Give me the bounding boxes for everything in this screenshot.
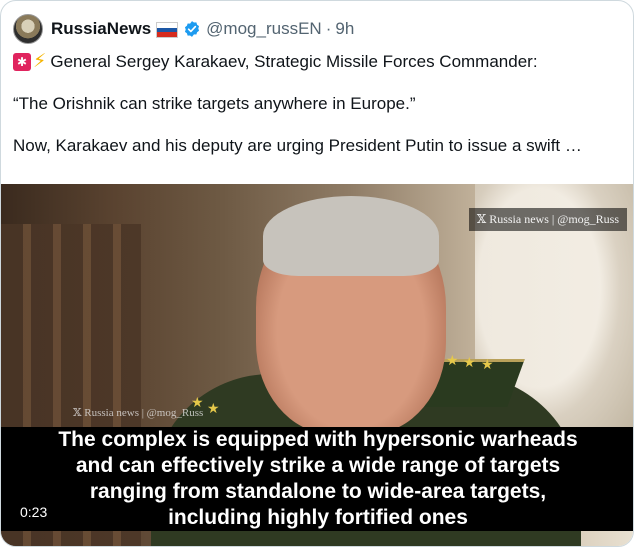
subtitle-line: including highly fortified ones [162,505,474,531]
author-name[interactable]: RussiaNews [51,19,151,39]
shoulder-star-icon: ★ [446,352,459,368]
siren-icon: ✱ [13,53,31,71]
tweet-header: RussiaNews @mog_russEN · 9h [13,13,354,45]
speaker-hair [263,196,439,276]
video-watermark-mid: 𝕏 Russia news | @mog_Russ [73,407,204,419]
video-watermark-top: 𝕏 Russia news | @mog_Russ [468,208,627,231]
tweet-timestamp[interactable]: 9h [335,19,354,39]
avatar[interactable] [13,14,43,44]
shoulder-star-icon: ★ [207,400,220,416]
russian-flag-icon [156,22,179,38]
video-subtitles: The complex is equipped with hypersonic … [1,427,633,531]
verified-badge-icon [185,21,200,37]
tweet-quote: “The Orishnik can strike targets anywher… [13,94,416,113]
tweet-text: ✱ ⚡ General Sergey Karakaev, Strategic M… [13,51,623,157]
video-player[interactable]: ★ ★ ★ ★ ★ 𝕏 Russia news | @mog_Russ 𝕏 Ru… [1,184,633,546]
shoulder-star-icon: ★ [481,356,494,372]
subtitle-line: and can effectively strike a wide range … [69,453,567,479]
tweet-card[interactable]: RussiaNews @mog_russEN · 9h ✱ ⚡ General … [0,0,634,547]
shoulder-star-icon: ★ [463,354,476,370]
video-duration: 0:23 [13,502,55,522]
separator-dot: · [325,19,332,38]
subtitle-line: The complex is equipped with hypersonic … [52,427,584,453]
subtitle-line: ranging from standalone to wide-area tar… [83,479,553,505]
tweet-line-3: Now, Karakaev and his deputy are urging … [13,136,582,155]
author-handle[interactable]: @mog_russEN [206,19,322,39]
tweet-line-1: General Sergey Karakaev, Strategic Missi… [50,52,538,71]
lightning-icon: ⚡ [33,51,47,72]
